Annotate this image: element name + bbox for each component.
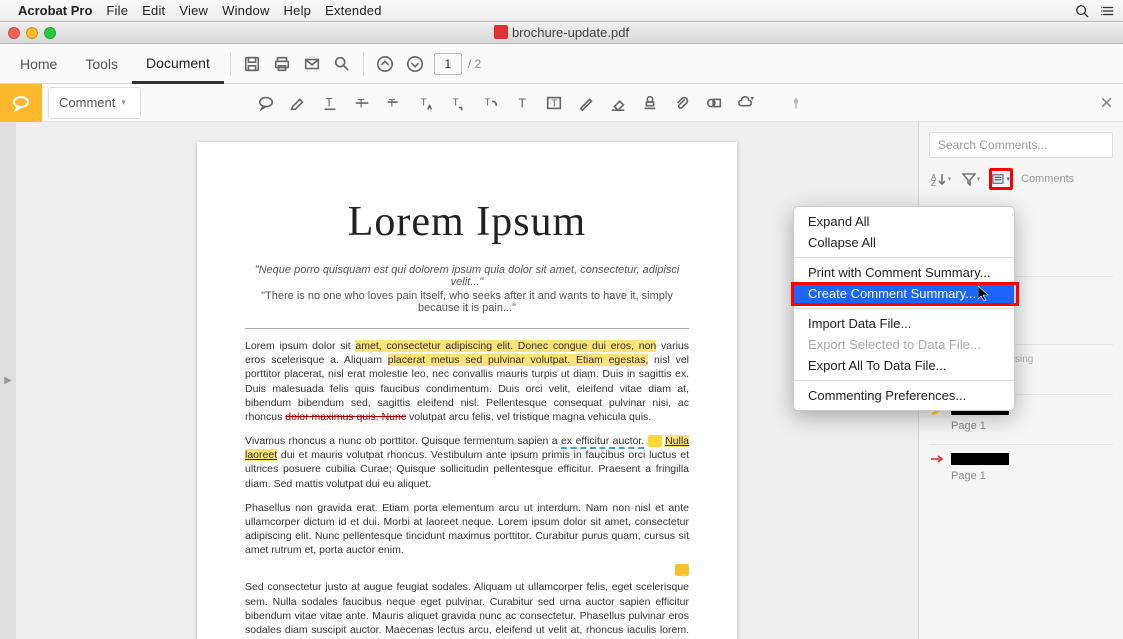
comments-toolbar: AZ▾ ▾ ▾ Comments [919, 166, 1123, 198]
nav-document[interactable]: Document [132, 44, 224, 84]
menu-extended[interactable]: Extended [325, 3, 382, 18]
cloud-tool-icon[interactable]: ▾ [731, 88, 761, 118]
highlight-tool-icon[interactable] [283, 88, 313, 118]
page-title: Lorem Ipsum [245, 198, 689, 246]
search-comments-input[interactable]: Search Comments... [929, 132, 1113, 158]
menu-import-data[interactable]: Import Data File... [794, 313, 1014, 334]
menu-view[interactable]: View [179, 3, 208, 18]
menu-file[interactable]: File [106, 3, 128, 18]
svg-text:T: T [452, 97, 458, 108]
menu-print-summary[interactable]: Print with Comment Summary... [794, 262, 1014, 283]
menu-window[interactable]: Window [222, 3, 269, 18]
page-down-icon[interactable] [400, 49, 430, 79]
window-titlebar: brochure-update.pdf [0, 22, 1123, 44]
paragraph-1: Lorem ipsum dolor sit amet, consectetur … [245, 339, 689, 424]
add-text-tool-icon[interactable]: T [507, 88, 537, 118]
comment-options-menu: Expand All Collapse All Print with Comme… [793, 206, 1015, 411]
text-correction-tool-icon[interactable]: T [443, 88, 473, 118]
save-icon[interactable] [237, 49, 267, 79]
page-rule [245, 328, 689, 329]
primary-toolbar: Home Tools Document 1 / 2 [0, 44, 1123, 84]
sticky-note-icon[interactable] [675, 564, 689, 576]
window-title: brochure-update.pdf [0, 25, 1123, 40]
menu-edit[interactable]: Edit [142, 3, 165, 18]
menu-create-summary[interactable]: Create Comment Summary... [794, 283, 1014, 304]
annotation-tool-row: T T T T T T T T ▾ [251, 88, 811, 118]
svg-text:T: T [420, 97, 426, 108]
text-callout-tool-icon[interactable]: T [475, 88, 505, 118]
sticky-note-tool-icon[interactable] [251, 88, 281, 118]
redacted-text [951, 453, 1009, 465]
insert-text-tool-icon[interactable]: T [411, 88, 441, 118]
traffic-lights[interactable] [8, 27, 56, 39]
svg-text:Z: Z [931, 179, 936, 186]
comment-options-icon[interactable]: ▾ [989, 168, 1013, 190]
comment-page-label: Page 1 [929, 419, 1113, 440]
print-icon[interactable] [267, 49, 297, 79]
pdf-page: Lorem Ipsum "Neque porro quisquam est qu… [197, 142, 737, 639]
strikethrough-annotation[interactable]: dolor maximus quis. Nunc [285, 411, 406, 423]
comment-page-label: Page 1 [929, 469, 1113, 490]
svg-text:T: T [325, 96, 332, 109]
svg-text:T: T [484, 97, 490, 108]
svg-text:T: T [518, 96, 526, 110]
shapes-tool-icon[interactable] [699, 88, 729, 118]
page-up-icon[interactable] [370, 49, 400, 79]
menu-collapse-all[interactable]: Collapse All [794, 232, 1014, 253]
stamp-tool-icon[interactable] [635, 88, 665, 118]
page-number-input[interactable]: 1 [434, 53, 462, 75]
page-total: / 2 [468, 57, 481, 71]
replace-text-tool-icon[interactable]: T [379, 88, 409, 118]
eraser-tool-icon[interactable] [603, 88, 633, 118]
mail-icon[interactable] [297, 49, 327, 79]
close-panel-icon[interactable]: × [1100, 90, 1113, 116]
pin-icon[interactable] [781, 88, 811, 118]
text-box-tool-icon[interactable]: T [539, 88, 569, 118]
svg-text:T: T [388, 97, 395, 109]
filter-icon[interactable]: ▾ [959, 168, 983, 190]
comment-dropdown[interactable]: Comment ▾ [48, 87, 141, 119]
page-subtitle-2: "There is no one who loves pain itself, … [245, 290, 689, 314]
sticky-note-icon[interactable] [648, 435, 662, 447]
chevron-down-icon: ▾ [121, 97, 126, 108]
squiggly-annotation[interactable]: ex efficitur auctor. [561, 435, 644, 449]
menubar-app[interactable]: Acrobat Pro [18, 3, 92, 18]
highlight-annotation[interactable]: placerat metus sed pulvinar volutpat. Et… [388, 354, 649, 366]
nav-home[interactable]: Home [6, 44, 71, 84]
svg-text:▾: ▾ [750, 94, 754, 102]
left-nav-gutter[interactable]: ▶ [0, 122, 16, 639]
svg-text:T: T [357, 97, 364, 110]
page-subtitle-1: "Neque porro quisquam est qui dolorem ip… [245, 264, 689, 288]
comment-panel-toggle[interactable] [0, 84, 42, 122]
search-icon[interactable] [327, 49, 357, 79]
underline-tool-icon[interactable]: T [315, 88, 345, 118]
menubar-list-icon[interactable] [1101, 4, 1115, 18]
mac-menubar: Acrobat Pro File Edit View Window Help E… [0, 0, 1123, 22]
spotlight-icon[interactable] [1075, 4, 1089, 18]
paragraph-3: Phasellus non gravida erat. Etiam porta … [245, 501, 689, 558]
svg-text:T: T [551, 98, 557, 109]
attach-tool-icon[interactable] [667, 88, 697, 118]
highlight-annotation[interactable]: amet, consectetur adipiscing elit. Donec… [355, 340, 656, 352]
document-viewport[interactable]: Lorem Ipsum "Neque porro quisquam est qu… [16, 122, 918, 639]
comment-list-item[interactable] [929, 449, 1113, 469]
menu-export-all[interactable]: Export All To Data File... [794, 355, 1014, 376]
menu-expand-all[interactable]: Expand All [794, 211, 1014, 232]
comment-toolbar: Comment ▾ T T T T T T T T ▾ × [0, 84, 1123, 122]
strikethrough-tool-icon[interactable]: T [347, 88, 377, 118]
nav-tools[interactable]: Tools [71, 44, 132, 84]
expand-left-icon[interactable]: ▶ [4, 375, 12, 386]
pencil-tool-icon[interactable] [571, 88, 601, 118]
arrow-icon [929, 452, 945, 466]
menu-export-selected: Export Selected to Data File... [794, 334, 1014, 355]
menu-commenting-prefs[interactable]: Commenting Preferences... [794, 385, 1014, 406]
paragraph-4: Sed consectetur justo at augue feugiat s… [245, 580, 689, 639]
comment-dropdown-label: Comment [59, 95, 115, 110]
comments-count-label: Comments [1021, 173, 1074, 185]
paragraph-2: Vivamus rhoncus a nunc ob porttitor. Qui… [245, 434, 689, 491]
sort-icon[interactable]: AZ▾ [929, 168, 953, 190]
pdf-file-icon [494, 25, 508, 39]
menu-help[interactable]: Help [284, 3, 312, 18]
